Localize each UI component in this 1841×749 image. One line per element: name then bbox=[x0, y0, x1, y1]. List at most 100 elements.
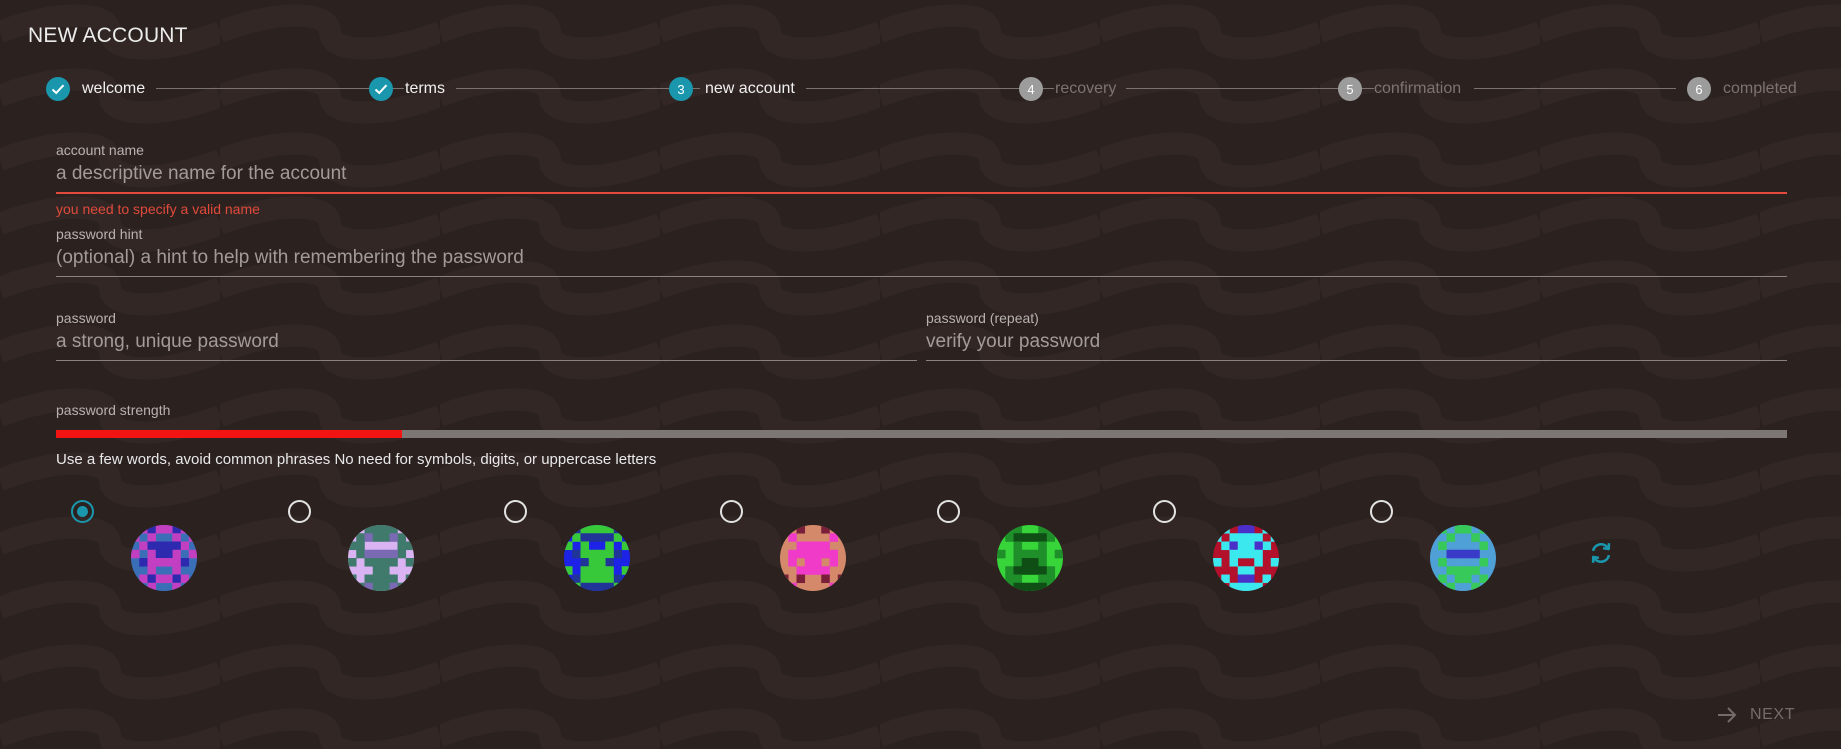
identicon-cell bbox=[1229, 549, 1239, 559]
identicon-avatar[interactable] bbox=[131, 525, 197, 591]
identicon-cell bbox=[580, 541, 590, 551]
identicon-option[interactable] bbox=[71, 500, 211, 595]
step-new-account[interactable]: 3 new account bbox=[669, 77, 795, 101]
identicon-cell bbox=[1254, 549, 1263, 559]
identicon-cell bbox=[564, 541, 573, 551]
identicon-radio[interactable] bbox=[720, 500, 743, 523]
step-terms[interactable]: terms bbox=[369, 77, 445, 101]
identicon-option[interactable] bbox=[720, 500, 860, 595]
identicon-cell bbox=[1213, 582, 1222, 591]
identicon-cell bbox=[572, 525, 581, 534]
step-label: recovery bbox=[1055, 80, 1117, 97]
identicon-cell bbox=[381, 525, 390, 534]
identicon-option[interactable] bbox=[288, 500, 428, 595]
identicon-cell bbox=[139, 541, 148, 551]
identicon-cell bbox=[1479, 558, 1489, 567]
identicon-cell bbox=[1246, 566, 1255, 575]
refresh-icon[interactable] bbox=[1587, 539, 1615, 567]
identicon-radio[interactable] bbox=[1153, 500, 1176, 523]
identicon-cell bbox=[796, 566, 806, 575]
identicon-cell bbox=[1046, 574, 1056, 584]
password-strength-bar bbox=[56, 430, 1787, 438]
identicon-avatar[interactable] bbox=[1430, 525, 1496, 591]
password-input[interactable] bbox=[56, 326, 917, 361]
step-recovery[interactable]: 4 recovery bbox=[1019, 77, 1116, 101]
identicon-cell bbox=[1479, 574, 1489, 584]
identicon-cell bbox=[597, 549, 606, 559]
identicon-cell bbox=[597, 574, 606, 584]
identicon-cell bbox=[164, 574, 173, 584]
identicon-cell bbox=[1030, 533, 1039, 542]
identicon-cell bbox=[389, 533, 398, 542]
identicon-cell bbox=[364, 549, 374, 559]
identicon-cell bbox=[364, 533, 374, 542]
identicon-cell bbox=[1046, 582, 1056, 591]
identicon-avatar[interactable] bbox=[1213, 525, 1279, 591]
identicon-cell bbox=[1446, 549, 1456, 559]
identicon-cell bbox=[780, 574, 789, 584]
identicon-cell bbox=[139, 558, 148, 567]
identicon-cell bbox=[356, 582, 365, 591]
step-completed[interactable]: 6 completed bbox=[1687, 77, 1797, 101]
identicon-cell bbox=[180, 525, 190, 534]
step-welcome[interactable]: welcome bbox=[46, 77, 145, 101]
identicon-cell bbox=[821, 525, 830, 534]
identicon-radio[interactable] bbox=[504, 500, 527, 523]
identicon-cell bbox=[1038, 541, 1047, 551]
identicon-cell bbox=[813, 566, 822, 575]
identicon-cell bbox=[356, 541, 365, 551]
identicon-radio[interactable] bbox=[937, 500, 960, 523]
identicon-cell bbox=[588, 533, 598, 542]
password-strength-tip: Use a few words, avoid common phrases No… bbox=[56, 451, 657, 468]
identicon-cell bbox=[821, 541, 830, 551]
account-name-input[interactable] bbox=[56, 158, 1787, 194]
identicon-cell bbox=[1471, 549, 1480, 559]
identicon-cell bbox=[1246, 541, 1255, 551]
password-hint-input[interactable] bbox=[56, 242, 1787, 277]
identicon-cell bbox=[1005, 533, 1014, 542]
identicon-avatar[interactable] bbox=[780, 525, 846, 591]
account-name-label: account name bbox=[56, 142, 144, 158]
identicon-cell bbox=[1213, 533, 1222, 542]
identicon-cell bbox=[1479, 525, 1489, 534]
next-button[interactable]: NEXT bbox=[1716, 700, 1795, 730]
password-repeat-label: password (repeat) bbox=[926, 310, 1039, 326]
identicon-radio[interactable] bbox=[71, 500, 94, 523]
step-connector bbox=[806, 88, 1054, 89]
identicon-cell bbox=[588, 582, 598, 591]
identicon-cell bbox=[1038, 566, 1047, 575]
identicon-avatar[interactable] bbox=[564, 525, 630, 591]
arrow-right-icon bbox=[1718, 707, 1737, 723]
step-connector bbox=[156, 88, 404, 89]
identicon-cell bbox=[580, 533, 590, 542]
identicon-cell bbox=[1237, 541, 1247, 551]
identicon-cell bbox=[580, 549, 590, 559]
identicon-cell bbox=[188, 533, 197, 542]
identicon-cell bbox=[147, 582, 157, 591]
identicon-cell bbox=[829, 549, 839, 559]
identicon-option[interactable] bbox=[1370, 500, 1510, 595]
identicon-radio[interactable] bbox=[288, 500, 311, 523]
password-repeat-input[interactable] bbox=[926, 326, 1787, 361]
identicon-radio[interactable] bbox=[1370, 500, 1393, 523]
identicon-cell bbox=[588, 525, 598, 534]
identicon-cell bbox=[131, 533, 140, 542]
identicon-cell bbox=[348, 558, 357, 567]
identicon-cell bbox=[613, 574, 623, 584]
identicon-cell bbox=[356, 549, 365, 559]
identicon-avatar[interactable] bbox=[997, 525, 1063, 591]
identicon-cell bbox=[1229, 541, 1239, 551]
step-confirmation[interactable]: 5 confirmation bbox=[1338, 77, 1461, 101]
identicon-option[interactable] bbox=[504, 500, 644, 595]
identicon-cell bbox=[155, 558, 165, 567]
identicon-option[interactable] bbox=[937, 500, 1077, 595]
identicon-avatar[interactable] bbox=[348, 525, 414, 591]
identicon-cell bbox=[405, 525, 414, 534]
identicon-cell bbox=[147, 541, 157, 551]
identicon-cell bbox=[580, 558, 590, 567]
identicon-cell bbox=[588, 566, 598, 575]
identicon-cell bbox=[1021, 549, 1031, 559]
identicon-option[interactable] bbox=[1153, 500, 1293, 595]
identicon-cell bbox=[572, 549, 581, 559]
new-account-page: NEW ACCOUNT welcome terms 3 new account … bbox=[0, 0, 1841, 749]
